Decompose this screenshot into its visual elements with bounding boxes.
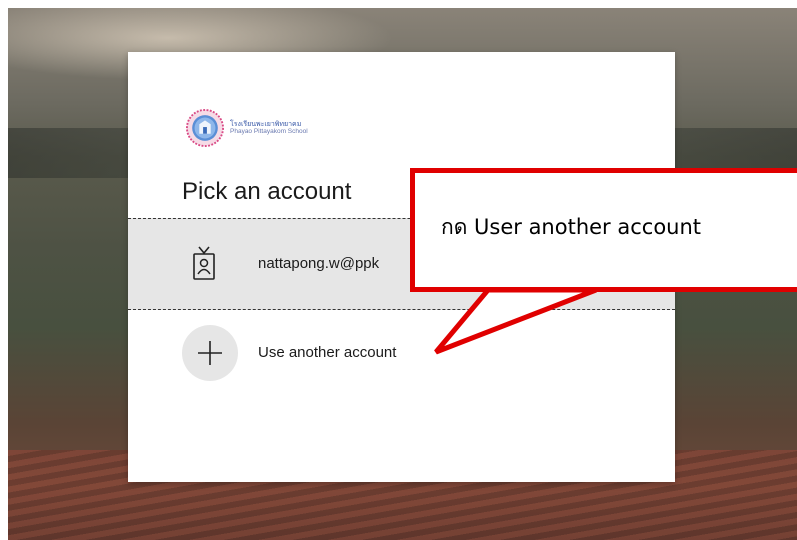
page-title: Pick an account bbox=[182, 178, 352, 205]
use-another-account-button[interactable]: Use another account bbox=[182, 322, 482, 384]
plus-icon bbox=[198, 341, 222, 365]
account-email: nattapong.w@ppk bbox=[258, 255, 380, 272]
plus-circle bbox=[182, 325, 238, 381]
school-logo: โรงเรียนพะเยาพิทยาคม Phayao Pittayakom S… bbox=[186, 108, 346, 148]
use-another-account-label: Use another account bbox=[258, 344, 397, 361]
badge-person-icon bbox=[193, 246, 215, 280]
annotation-callout: กด User another account bbox=[410, 168, 797, 292]
school-name-english: Phayao Pittayakom School bbox=[230, 128, 308, 136]
annotation-text: กด User another account bbox=[441, 215, 702, 239]
school-name-thai: โรงเรียนพะเยาพิทยาคม bbox=[230, 120, 302, 128]
school-seal-icon bbox=[186, 109, 224, 147]
